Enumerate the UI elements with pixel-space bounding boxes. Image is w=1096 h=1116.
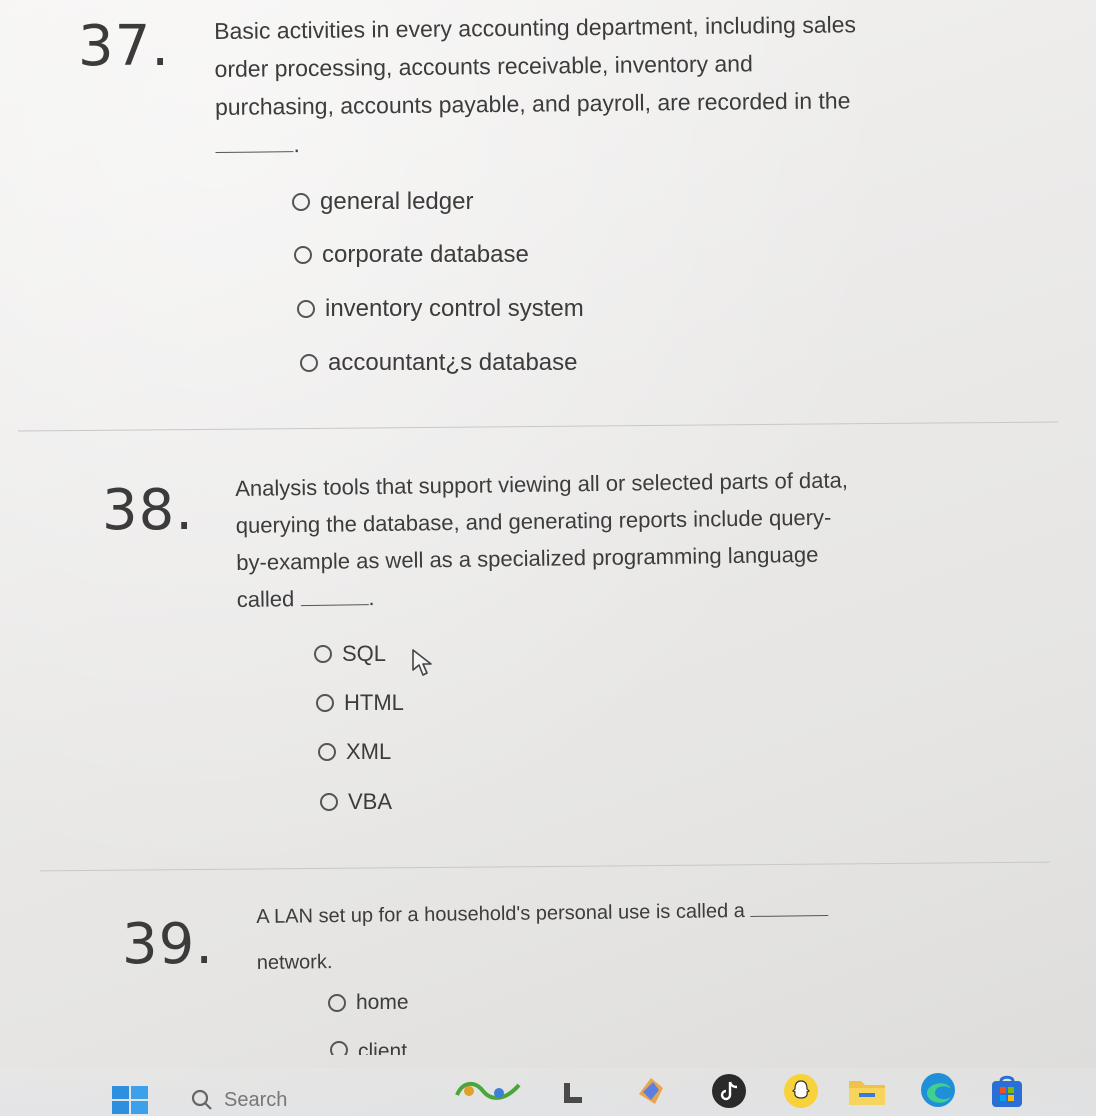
taskbar-search[interactable]: Search: [190, 1084, 287, 1116]
radio-button[interactable]: [292, 193, 310, 211]
option-sql[interactable]: SQL: [314, 641, 386, 667]
answer-blank: [300, 586, 369, 607]
option-accountants-database[interactable]: accountant¿s database: [300, 349, 578, 377]
answer-blank: [215, 133, 294, 153]
microsoft-store-icon[interactable]: [988, 1072, 1026, 1110]
answer-blank: [750, 897, 829, 917]
question-line: Basic activities in every accounting dep…: [214, 11, 857, 44]
option-general-ledger[interactable]: general ledger: [292, 188, 473, 216]
question-text: Analysis tools that support viewing all …: [235, 461, 850, 618]
option-label: XML: [346, 739, 392, 764]
radio-button[interactable]: [300, 354, 318, 372]
divider: [40, 861, 1050, 872]
edge-icon[interactable]: [918, 1070, 958, 1110]
option-inventory-control-system[interactable]: inventory control system: [297, 295, 584, 323]
option-label: client: [358, 1040, 408, 1055]
divider: [18, 421, 1058, 432]
colorful-app-icon[interactable]: [632, 1074, 670, 1108]
option-html[interactable]: HTML: [316, 690, 404, 716]
question-number: 39.: [122, 912, 215, 977]
question-text: Basic activities in every accounting dep…: [214, 5, 857, 164]
taskbar: Search: [0, 1068, 1096, 1116]
option-label: corporate database: [322, 241, 529, 268]
widgets-icon[interactable]: [452, 1076, 524, 1106]
option-corporate-database[interactable]: corporate database: [294, 241, 529, 269]
question-number: 37.: [78, 14, 171, 79]
tiktok-icon[interactable]: [710, 1072, 748, 1110]
option-label: HTML: [344, 690, 404, 715]
question-line: called .: [236, 585, 375, 612]
question-line: network.: [256, 951, 333, 974]
radio-button[interactable]: [314, 645, 332, 663]
mouse-cursor-icon: [412, 649, 432, 676]
radio-button[interactable]: [320, 793, 338, 811]
radio-button[interactable]: [297, 300, 315, 318]
option-xml[interactable]: XML: [318, 739, 391, 765]
option-label: home: [356, 991, 409, 1014]
option-client[interactable]: client: [330, 1037, 407, 1055]
option-label: accountant¿s database: [328, 349, 578, 376]
radio-button[interactable]: [328, 994, 346, 1012]
question-line: purchasing, accounts payable, and payrol…: [214, 87, 851, 120]
windows-start-icon[interactable]: [110, 1082, 150, 1116]
radio-button[interactable]: [330, 1041, 348, 1055]
search-icon: [191, 1089, 212, 1110]
question-number: 38.: [102, 478, 195, 543]
file-explorer-icon[interactable]: [846, 1072, 888, 1110]
question-line: .: [215, 119, 857, 164]
question-line: A LAN set up for a household's personal …: [256, 887, 829, 940]
option-label: general ledger: [320, 188, 474, 215]
option-vba[interactable]: VBA: [320, 789, 392, 815]
option-label: SQL: [342, 641, 387, 666]
radio-button[interactable]: [318, 743, 336, 761]
option-label: inventory control system: [325, 295, 584, 322]
option-label: VBA: [348, 789, 393, 814]
option-home[interactable]: home: [328, 991, 409, 1015]
app-l-icon[interactable]: [556, 1078, 590, 1108]
radio-button[interactable]: [316, 694, 334, 712]
question-text: A LAN set up for a household's personal …: [256, 887, 829, 986]
snapchat-icon[interactable]: [782, 1072, 820, 1110]
radio-button[interactable]: [294, 246, 312, 264]
search-label: Search: [224, 1088, 288, 1111]
